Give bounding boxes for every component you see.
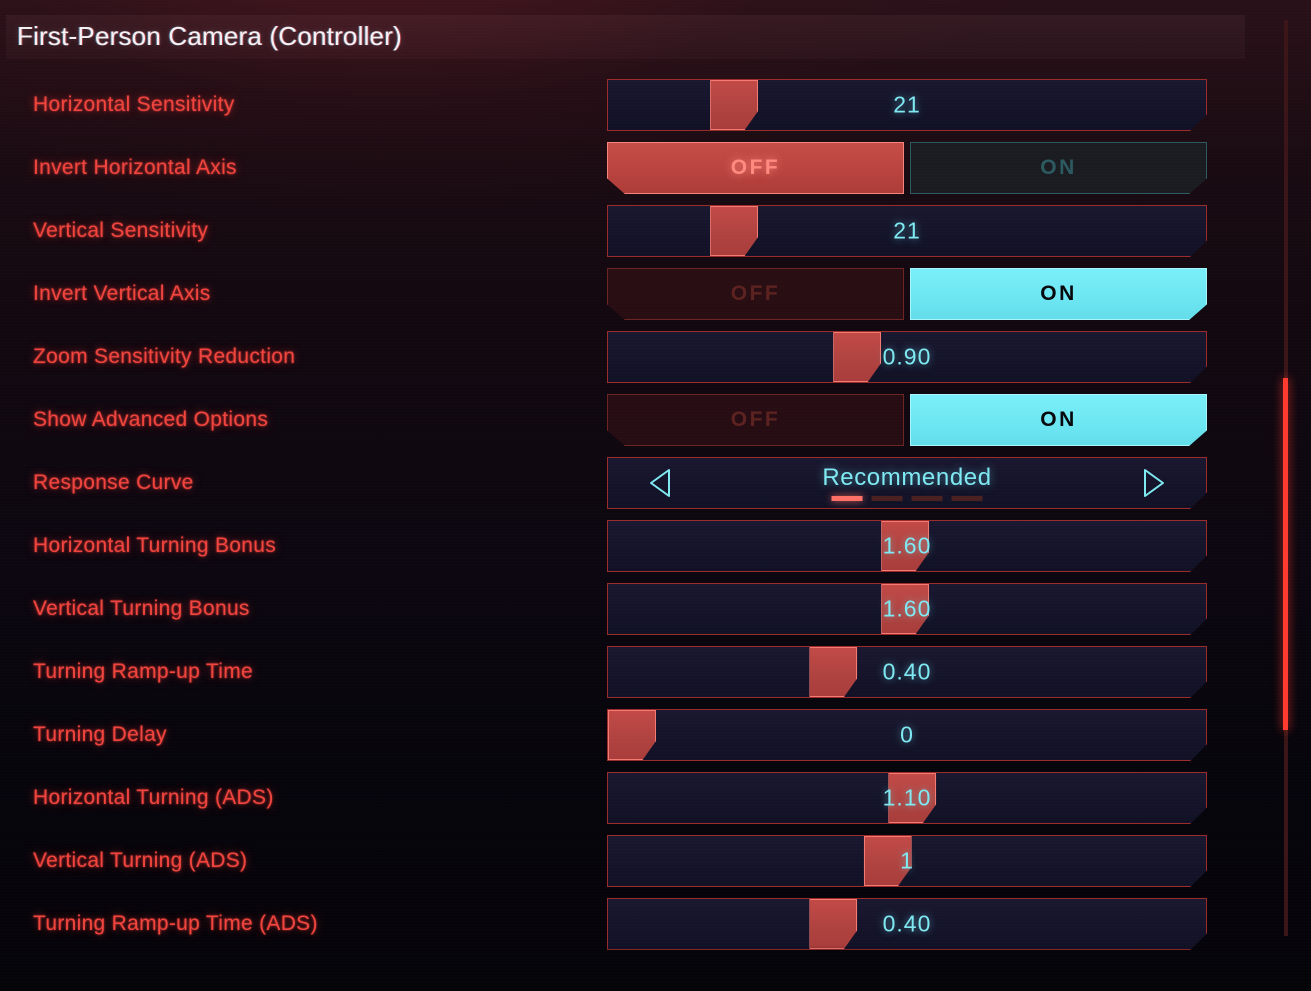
toggle-invert-horizontal-axis: OFF ON	[607, 142, 1207, 194]
setting-row-horizontal-sensitivity: Horizontal Sensitivity 21	[0, 79, 1245, 131]
setting-control: 21	[607, 205, 1207, 257]
slider-turning-ramp-up-time[interactable]: 0.40	[607, 646, 1207, 698]
setting-label: Vertical Sensitivity	[33, 219, 209, 242]
setting-control: 0.40	[607, 898, 1207, 950]
slider-horizontal-turning-ads[interactable]: 1.10	[607, 772, 1207, 824]
setting-label: Zoom Sensitivity Reduction	[33, 345, 296, 368]
scrollbar-thumb[interactable]	[1283, 378, 1288, 730]
setting-control: OFF ON	[607, 268, 1207, 320]
setting-control: OFF ON	[607, 394, 1207, 446]
slider-vertical-turning-ads[interactable]: 1	[607, 835, 1207, 887]
setting-control: 1	[607, 835, 1207, 887]
setting-row-horizontal-turning-ads: Horizontal Turning (ADS) 1.10	[0, 772, 1245, 824]
slider-track	[608, 80, 1206, 130]
setting-row-response-curve: Response Curve Recommended	[0, 457, 1245, 509]
slider-vertical-sensitivity[interactable]: 21	[607, 205, 1207, 257]
setting-control: 21	[607, 79, 1207, 131]
setting-label: Response Curve	[33, 471, 194, 494]
slider-horizontal-sensitivity[interactable]: 21	[607, 79, 1207, 131]
toggle-invert-vertical-axis: OFF ON	[607, 268, 1207, 320]
setting-row-vertical-turning-bonus: Vertical Turning Bonus 1.60	[0, 583, 1245, 635]
setting-row-zoom-sensitivity-reduction: Zoom Sensitivity Reduction 0.90	[0, 331, 1245, 383]
page-indicator-dash	[831, 496, 863, 501]
slider-zoom-sensitivity-reduction[interactable]: 0.90	[607, 331, 1207, 383]
setting-control: 1.60	[607, 520, 1207, 572]
toggle-show-advanced-options: OFF ON	[607, 394, 1207, 446]
slider-turning-delay[interactable]: 0	[607, 709, 1207, 761]
slider-track	[608, 647, 1206, 697]
setting-control: 0.90	[607, 331, 1207, 383]
slider-track	[608, 710, 1206, 760]
setting-row-turning-delay: Turning Delay 0	[0, 709, 1245, 761]
setting-row-vertical-sensitivity: Vertical Sensitivity 21	[0, 205, 1245, 257]
setting-row-invert-vertical-axis: Invert Vertical Axis OFF ON	[0, 268, 1245, 320]
toggle-option-on[interactable]: ON	[910, 142, 1207, 194]
slider-track	[608, 332, 1206, 382]
slider-track	[608, 899, 1206, 949]
chevron-right-icon[interactable]	[1140, 468, 1166, 498]
setting-label: Show Advanced Options	[33, 408, 269, 431]
toggle-option-off[interactable]: OFF	[607, 268, 904, 320]
stepper-response-curve[interactable]: Recommended	[607, 457, 1207, 509]
setting-control: Recommended	[607, 457, 1207, 509]
setting-control: 0	[607, 709, 1207, 761]
setting-row-turning-ramp-up-time: Turning Ramp-up Time 0.40	[0, 646, 1245, 698]
page-indicator-dash	[951, 496, 983, 501]
slider-turning-ramp-up-time-ads[interactable]: 0.40	[607, 898, 1207, 950]
setting-label: Invert Vertical Axis	[33, 282, 211, 305]
page-indicator	[831, 496, 983, 501]
slider-track	[608, 206, 1206, 256]
toggle-option-on[interactable]: ON	[910, 394, 1207, 446]
toggle-option-off[interactable]: OFF	[607, 394, 904, 446]
page-indicator-dash	[871, 496, 903, 501]
settings-row-list: Horizontal Sensitivity 21 Invert Horizonta…	[0, 0, 1311, 991]
setting-row-invert-horizontal-axis: Invert Horizontal Axis OFF ON	[0, 142, 1245, 194]
setting-label: Horizontal Turning (ADS)	[33, 786, 274, 809]
toggle-option-off[interactable]: OFF	[607, 142, 904, 194]
setting-row-show-advanced-options: Show Advanced Options OFF ON	[0, 394, 1245, 446]
setting-control: 1.60	[607, 583, 1207, 635]
setting-control: 0.40	[607, 646, 1207, 698]
slider-horizontal-turning-bonus[interactable]: 1.60	[607, 520, 1207, 572]
setting-label: Turning Ramp-up Time (ADS)	[33, 912, 318, 935]
setting-label: Horizontal Sensitivity	[33, 93, 235, 116]
setting-row-horizontal-turning-bonus: Horizontal Turning Bonus 1.60	[0, 520, 1245, 572]
setting-label: Invert Horizontal Axis	[33, 156, 237, 179]
setting-row-vertical-turning-ads: Vertical Turning (ADS) 1	[0, 835, 1245, 887]
settings-screen: First-Person Camera (Controller) Horizon…	[0, 0, 1311, 991]
stepper-value: Recommended	[822, 464, 992, 491]
setting-label: Turning Ramp-up Time	[33, 660, 253, 683]
toggle-option-on[interactable]: ON	[910, 268, 1207, 320]
setting-control: OFF ON	[607, 142, 1207, 194]
setting-label: Turning Delay	[33, 723, 167, 746]
setting-label: Vertical Turning (ADS)	[33, 849, 248, 872]
page-indicator-dash	[911, 496, 943, 501]
setting-label: Vertical Turning Bonus	[33, 597, 250, 620]
setting-control: 1.10	[607, 772, 1207, 824]
slider-vertical-turning-bonus[interactable]: 1.60	[607, 583, 1207, 635]
setting-row-turning-ramp-up-time-ads: Turning Ramp-up Time (ADS) 0.40	[0, 898, 1245, 950]
setting-label: Horizontal Turning Bonus	[33, 534, 276, 557]
